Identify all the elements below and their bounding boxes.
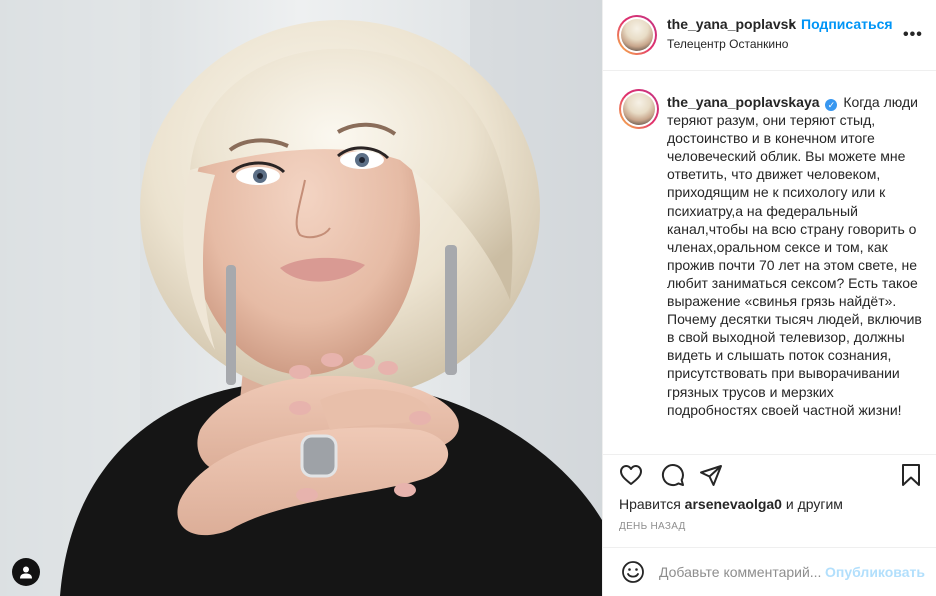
- emoji-button[interactable]: [619, 558, 647, 586]
- liker-username[interactable]: arsenevaolga0: [685, 496, 782, 512]
- likes-prefix: Нравится: [619, 496, 681, 512]
- post-details-panel: the_yana_poplavsk • Подписаться Телецент…: [602, 0, 936, 596]
- post-photo[interactable]: [0, 0, 602, 596]
- separator-dot: •: [789, 16, 794, 32]
- heart-icon: [620, 465, 642, 485]
- likes-suffix[interactable]: и другим: [786, 496, 843, 512]
- save-button[interactable]: [897, 461, 925, 489]
- avatar-image: [621, 19, 653, 51]
- comment-button[interactable]: [659, 461, 687, 489]
- caption-text-block: the_yana_poplavskaya ✓ Когда люди теряют…: [667, 93, 923, 419]
- portrait-image: [0, 0, 602, 596]
- share-icon: [700, 465, 722, 486]
- avatar[interactable]: [617, 15, 657, 55]
- post-timestamp[interactable]: ДЕНЬ НАЗАД: [619, 521, 686, 532]
- post-header: the_yana_poplavsk • Подписаться Телецент…: [603, 0, 936, 71]
- more-options-icon[interactable]: •••: [903, 26, 923, 44]
- caption-text: Когда люди теряют разум, они теряют стыд…: [667, 94, 922, 418]
- comment-input[interactable]: [659, 562, 825, 582]
- post-author-username[interactable]: the_yana_poplavsk: [667, 16, 796, 32]
- emoji-icon: [622, 561, 644, 583]
- user-tag-icon: [20, 566, 32, 579]
- comment-icon: [661, 464, 684, 487]
- verified-icon: ✓: [825, 99, 838, 111]
- like-button[interactable]: [617, 461, 645, 489]
- share-button[interactable]: [697, 461, 725, 489]
- caption-username[interactable]: the_yana_poplavskaya: [667, 94, 820, 110]
- post-actions: Нравится arsenevaolga0 и другим ДЕНЬ НАЗ…: [603, 454, 936, 594]
- avatar-image: [623, 93, 655, 125]
- bookmark-icon: [902, 464, 920, 486]
- follow-button[interactable]: Подписаться: [801, 16, 893, 32]
- tagged-users-button[interactable]: [12, 558, 40, 586]
- comment-bar: Опубликовать: [603, 547, 936, 595]
- caption-avatar[interactable]: [619, 89, 659, 129]
- likes-summary: Нравится arsenevaolga0 и другим: [619, 496, 843, 512]
- location-link[interactable]: Телецентр Останкино: [667, 37, 788, 51]
- publish-button[interactable]: Опубликовать: [825, 564, 925, 580]
- caption-section: the_yana_poplavskaya ✓ Когда люди теряют…: [603, 71, 936, 454]
